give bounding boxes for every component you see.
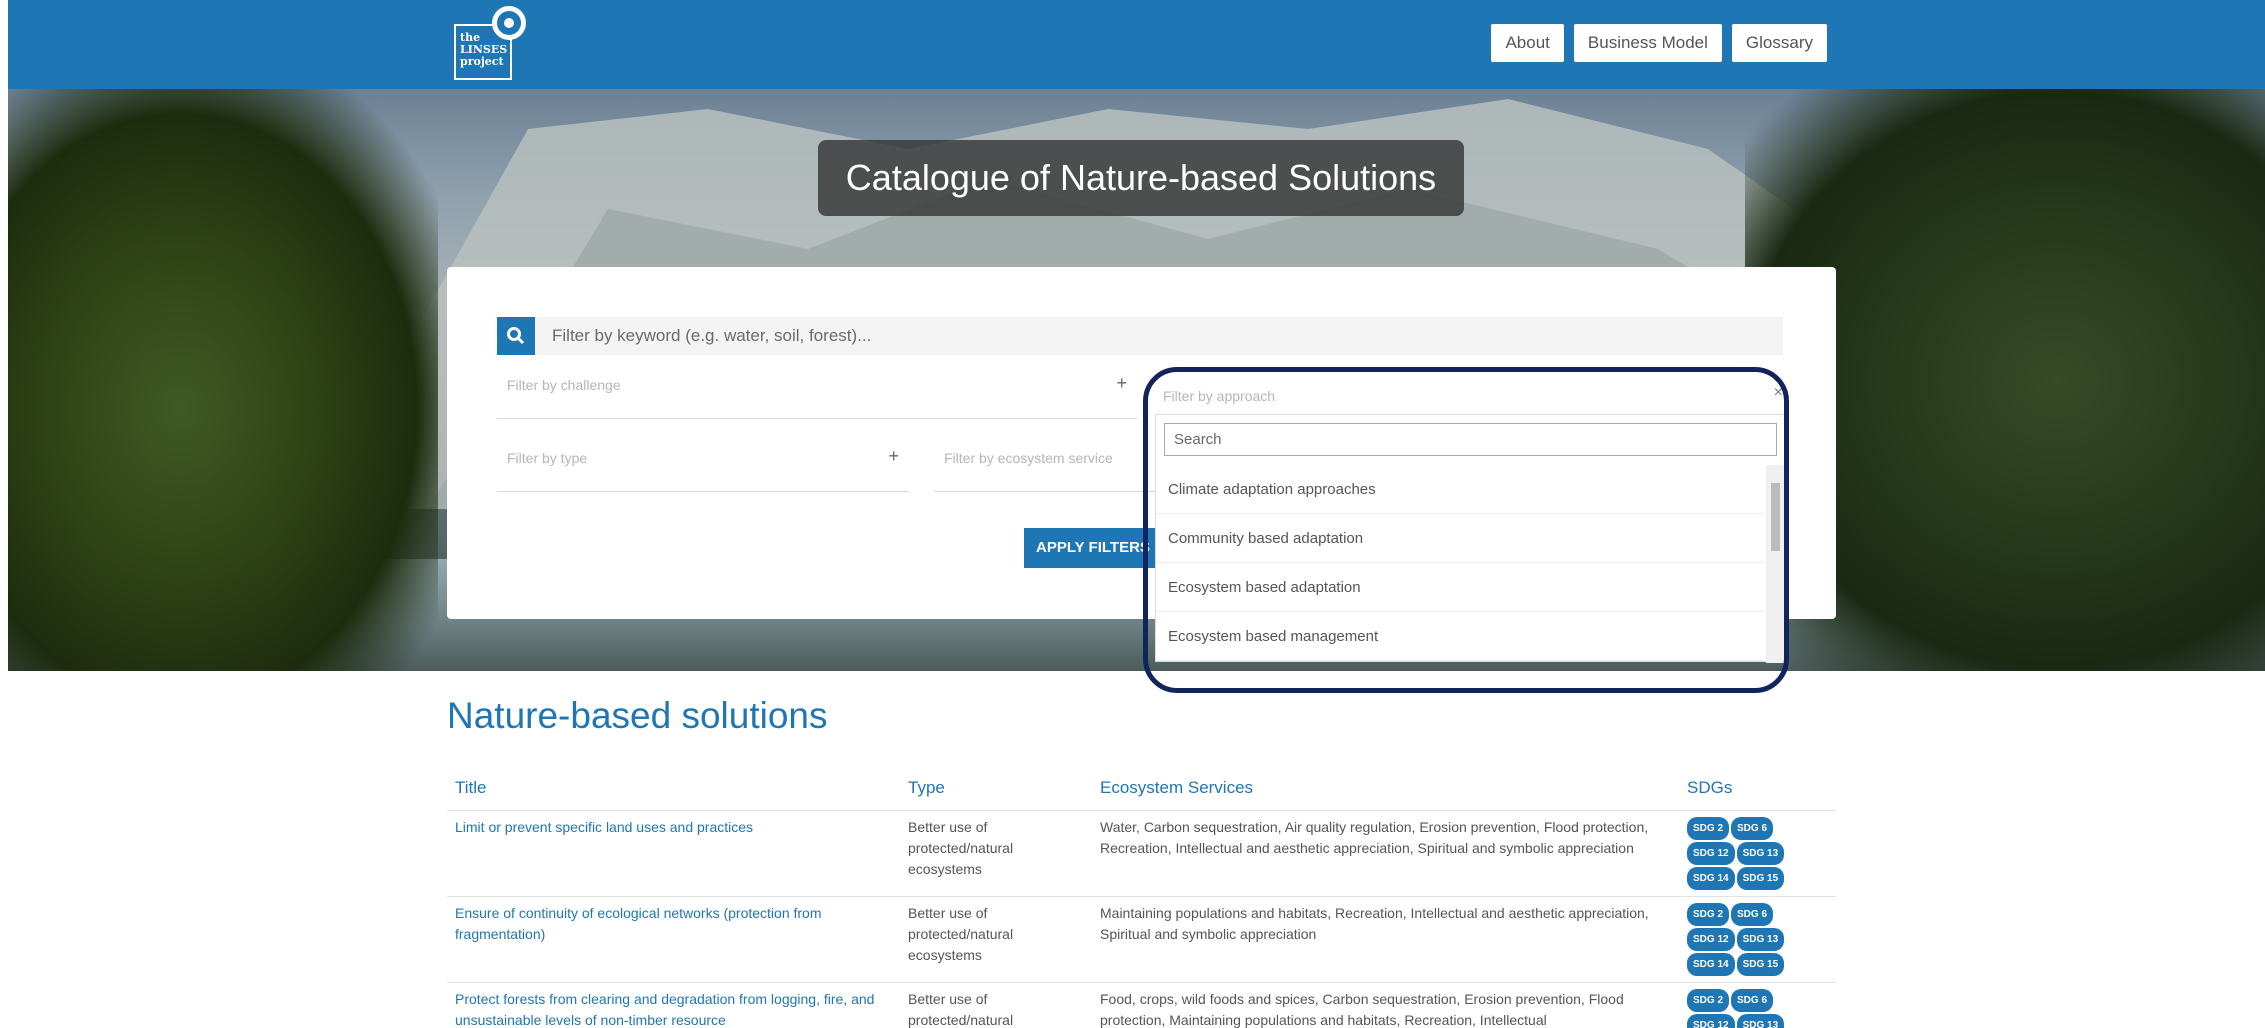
sdg-badge: SDG 2 [1687, 816, 1730, 840]
row-type-cell: Better use of protected/natural [900, 981, 1092, 1028]
row-sdgs-cell: SDG 2 SDG 6 SDG 12 SDG 13 SDG 14 SDG 15 [1679, 809, 1836, 896]
sdg-badge: SDG 12 [1687, 841, 1735, 865]
plus-icon[interactable]: + [888, 446, 899, 467]
row-title-cell: Limit or prevent specific land uses and … [447, 809, 900, 896]
column-header-sdgs[interactable]: SDGs [1679, 766, 1836, 810]
table-header-row: Title Type Ecosystem Services SDGs [447, 766, 1836, 810]
row-services-cell: Maintaining populations and habitats, Re… [1092, 895, 1679, 982]
sdg-badge: SDG 6 [1731, 816, 1774, 840]
plus-icon[interactable]: + [1116, 373, 1127, 394]
hero-title: Catalogue of Nature-based Solutions [818, 140, 1464, 216]
row-type-cell: Better use of protected/natural ecosyste… [900, 895, 1092, 982]
sdg-badge: SDG 14 [1687, 952, 1735, 976]
column-header-services[interactable]: Ecosystem Services [1092, 766, 1679, 810]
top-navbar: the LINSES project About Business Model … [8, 0, 2265, 89]
logo-text-project: project [460, 55, 504, 68]
nav-buttons: About Business Model Glossary [1491, 24, 1827, 62]
nav-glossary-button[interactable]: Glossary [1731, 24, 1827, 62]
keyword-search[interactable]: Filter by keyword (e.g. water, soil, for… [497, 317, 1783, 355]
sdg-badge: SDG 6 [1731, 902, 1774, 926]
challenge-filter[interactable]: Filter by challenge + [497, 359, 1137, 419]
keyword-search-input[interactable]: Filter by keyword (e.g. water, soil, for… [552, 317, 871, 355]
sdg-badge: SDG 13 [1736, 927, 1785, 951]
challenge-filter-placeholder: Filter by challenge [507, 377, 621, 393]
sdg-badge: SDG 2 [1687, 902, 1730, 926]
sdg-badge: SDG 13 [1736, 841, 1785, 865]
row-services-cell: Water, Carbon sequestration, Air quality… [1092, 809, 1679, 896]
solution-link[interactable]: Ensure of continuity of ecological netwo… [455, 905, 822, 942]
row-sdgs-cell: SDG 2 SDG 6 SDG 12 SDG 13 SDG 14 SDG 15 [1679, 895, 1836, 982]
column-header-type[interactable]: Type [900, 766, 1092, 810]
sdg-badge: SDG 12 [1687, 1013, 1735, 1028]
sdg-badge: SDG 14 [1687, 866, 1735, 890]
sdg-badge: SDG 15 [1736, 866, 1785, 890]
row-title-cell: Ensure of continuity of ecological netwo… [447, 895, 900, 982]
solution-link[interactable]: Protect forests from clearing and degrad… [455, 991, 874, 1028]
type-filter[interactable]: Filter by type + [497, 432, 909, 492]
sdg-badge: SDG 12 [1687, 927, 1735, 951]
sdg-badge: SDG 2 [1687, 988, 1730, 1012]
row-title-cell: Protect forests from clearing and degrad… [447, 981, 900, 1028]
nav-about-button[interactable]: About [1491, 24, 1564, 62]
type-filter-placeholder: Filter by type [507, 450, 588, 466]
results-heading: Nature-based solutions [447, 695, 828, 736]
nav-business-model-button[interactable]: Business Model [1573, 24, 1722, 62]
table-row: Protect forests from clearing and degrad… [447, 981, 1836, 1028]
table-row: Limit or prevent specific land uses and … [447, 809, 1836, 896]
sdg-badge: SDG 13 [1736, 1013, 1785, 1028]
linses-logo[interactable]: the LINSES project [454, 6, 526, 80]
magnifier-icon [492, 6, 526, 40]
pine-trees-left [8, 89, 438, 671]
sdg-badge: SDG 6 [1731, 988, 1774, 1012]
search-icon[interactable] [497, 317, 535, 355]
results-table: Title Type Ecosystem Services SDGs Limit… [447, 766, 1836, 1028]
solution-link[interactable]: Limit or prevent specific land uses and … [455, 819, 753, 835]
table-row: Ensure of continuity of ecological netwo… [447, 895, 1836, 982]
ecosystem-filter-placeholder: Filter by ecosystem service [944, 450, 1113, 466]
sdg-badge: SDG 15 [1736, 952, 1785, 976]
highlight-outline [1143, 367, 1789, 693]
row-type-cell: Better use of protected/natural ecosyste… [900, 809, 1092, 896]
row-services-cell: Food, crops, wild foods and spices, Carb… [1092, 981, 1679, 1028]
column-header-title[interactable]: Title [447, 766, 900, 810]
row-sdgs-cell: SDG 2 SDG 6 SDG 12 SDG 13 [1679, 981, 1836, 1028]
